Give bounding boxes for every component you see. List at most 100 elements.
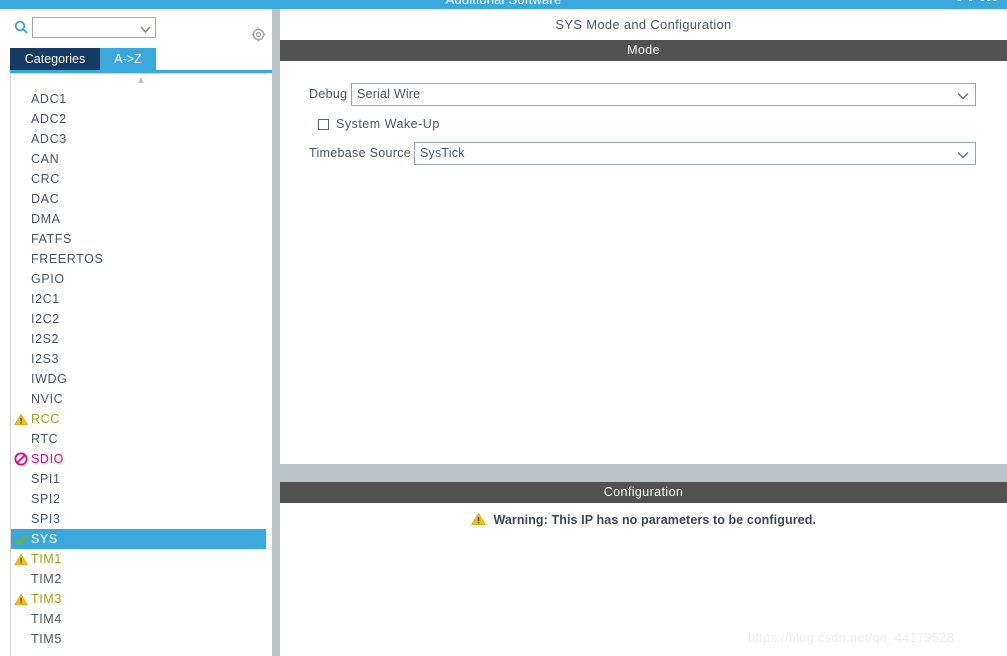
ip-list-item-label: NVIC	[31, 392, 64, 406]
ip-list-item-i2s3[interactable]: I2S3	[11, 349, 271, 369]
search-combo[interactable]	[32, 17, 156, 38]
ip-list-item-label: SPI3	[31, 512, 61, 526]
ip-list-item-label: SPI2	[31, 492, 61, 506]
ip-list-item-label: FATFS	[31, 232, 72, 246]
ip-list-item-i2c2[interactable]: I2C2	[11, 309, 271, 329]
ip-list-item-adc2[interactable]: ADC2	[11, 109, 271, 129]
debug-select[interactable]: Serial Wire	[351, 83, 976, 106]
ip-list-item-label: I2S3	[31, 352, 60, 366]
ip-list-item-crc[interactable]: CRC	[11, 169, 271, 189]
toolbar-right-icons[interactable]: ▫ ▫ ▪▪▪	[957, 0, 999, 6]
ip-tree-tabs: Categories A->Z	[0, 44, 272, 73]
ip-list-item-tim4[interactable]: TIM4	[11, 609, 271, 629]
ip-list-item-fatfs[interactable]: FATFS	[11, 229, 271, 249]
ip-list-item-label: TIM2	[31, 572, 62, 586]
watermark: https://blog.csdn.net/qq_44179528	[748, 630, 955, 645]
timebase-label: Timebase Source	[309, 146, 411, 160]
ip-list-item-tim3[interactable]: TIM3	[11, 589, 271, 609]
ip-list-item-label: DAC	[31, 192, 60, 206]
panel-splitter[interactable]	[272, 9, 280, 656]
ip-list-item-adc1[interactable]: ADC1	[11, 89, 271, 109]
ip-list-item-i2s2[interactable]: I2S2	[11, 329, 271, 349]
debug-label: Debug	[309, 87, 348, 101]
ip-list-item-label: TIM1	[31, 552, 62, 566]
stm32cubemx-window: Additional Software ▫ ▫ ▪▪▪	[0, 0, 1007, 656]
warning-triangle-icon	[471, 512, 489, 529]
ip-list-item-freertos[interactable]: FREERTOS	[11, 249, 271, 269]
ip-list-item-label: IWDG	[31, 372, 68, 386]
ip-list-item-gpio[interactable]: GPIO	[11, 269, 271, 289]
debug-select-value: Serial Wire	[357, 87, 421, 101]
ip-list-item-sys[interactable]: SYS	[11, 529, 271, 549]
ip-list-item-label: SPI1	[31, 472, 61, 486]
search-input[interactable]	[33, 18, 137, 37]
ip-list-item-label: ADC2	[31, 112, 67, 126]
ip-list-item-label: SDIO	[31, 452, 64, 466]
ip-list-item-label: RCC	[31, 412, 60, 426]
mode-section-header: Mode	[280, 40, 1007, 61]
ip-list-item-spi2[interactable]: SPI2	[11, 489, 271, 509]
page-title: SYS Mode and Configuration	[280, 9, 1007, 40]
ip-list-item-label: CAN	[31, 152, 60, 166]
ip-list-item-label: FREERTOS	[31, 252, 104, 266]
system-wakeup-label: System Wake-Up	[336, 117, 440, 131]
configuration-section-header: Configuration	[280, 482, 1007, 503]
ip-tree-panel: Categories A->Z ▲ ADC1 ADC2 ADC3 CAN CRC DAC D…	[0, 9, 272, 656]
ip-list-item-sdio[interactable]: SDIO	[11, 449, 271, 469]
ip-list-item-rtc[interactable]: RTC	[11, 429, 271, 449]
ip-list-item-tim2[interactable]: TIM2	[11, 569, 271, 589]
configuration-warning-text: Warning: This IP has no parameters to be…	[493, 513, 817, 527]
warning-triangle-icon	[14, 552, 28, 566]
ip-list-item-label: DMA	[31, 212, 61, 226]
ip-list-item-label: I2S2	[31, 332, 60, 346]
debug-field-row: Debug Serial Wire	[280, 83, 1007, 106]
search-row	[0, 12, 272, 42]
timebase-select[interactable]: SysTick	[414, 142, 976, 165]
ip-list: ADC1 ADC2 ADC3 CAN CRC DAC DMA FATFS FREERTOS GPI…	[11, 89, 271, 649]
ip-list-item-label: TIM4	[31, 612, 62, 626]
chevron-down-icon[interactable]	[139, 22, 152, 34]
ip-list-item-spi3[interactable]: SPI3	[11, 509, 271, 529]
ip-list-item-label: I2C2	[31, 312, 60, 326]
search-icon	[14, 20, 29, 35]
ip-list-item-rcc[interactable]: RCC	[11, 409, 271, 429]
list-collapse-handle[interactable]: ▲	[11, 74, 271, 89]
timebase-select-value: SysTick	[420, 146, 465, 160]
ip-list-item-label: ADC1	[31, 92, 67, 106]
configuration-panel: SYS Mode and Configuration Mode Debug Se…	[280, 9, 1007, 656]
ip-list-item-label: TIM5	[31, 632, 62, 646]
collapse-arrow-icon: ▲	[136, 75, 146, 86]
top-toolbar: Additional Software ▫ ▫ ▪▪▪	[0, 0, 1007, 9]
ip-list-item-can[interactable]: CAN	[11, 149, 271, 169]
configuration-warning: Warning: This IP has no parameters to be…	[280, 512, 1007, 529]
mode-section-body: Debug Serial Wire System Wake-Up Timebas	[280, 61, 1007, 464]
tab-categories[interactable]: Categories	[10, 48, 100, 70]
ip-list-container: ▲ ADC1 ADC2 ADC3 CAN CRC DAC DMA FATFS FREERTOS G…	[10, 73, 272, 656]
ip-list-item-label: GPIO	[31, 272, 65, 286]
ip-list-item-tim1[interactable]: TIM1	[11, 549, 271, 569]
blocked-circle-icon	[14, 452, 28, 466]
warning-triangle-icon	[14, 592, 28, 606]
ip-list-item-tim5[interactable]: TIM5	[11, 629, 271, 649]
ip-list-item-nvic[interactable]: NVIC	[11, 389, 271, 409]
gear-icon[interactable]	[251, 27, 266, 42]
section-divider	[280, 464, 1007, 482]
ip-list-item-iwdg[interactable]: IWDG	[11, 369, 271, 389]
ip-list-item-adc3[interactable]: ADC3	[11, 129, 271, 149]
check-icon	[14, 532, 28, 546]
ip-list-item-dma[interactable]: DMA	[11, 209, 271, 229]
warning-triangle-icon	[14, 412, 28, 426]
system-wakeup-checkbox[interactable]	[318, 119, 329, 130]
ip-list-item-i2c1[interactable]: I2C1	[11, 289, 271, 309]
timebase-field-row: Timebase Source SysTick	[280, 142, 1007, 165]
ip-list-item-label: RTC	[31, 432, 59, 446]
ip-list-item-label: TIM3	[31, 592, 62, 606]
ip-list-item-dac[interactable]: DAC	[11, 189, 271, 209]
chevron-down-icon[interactable]	[956, 148, 970, 160]
chevron-down-icon[interactable]	[956, 89, 970, 101]
toolbar-title: Additional Software	[0, 0, 1007, 7]
ip-list-item-label: I2C1	[31, 292, 60, 306]
ip-list-item-label: ADC3	[31, 132, 67, 146]
ip-list-item-spi1[interactable]: SPI1	[11, 469, 271, 489]
tab-a-to-z[interactable]: A->Z	[100, 48, 156, 70]
